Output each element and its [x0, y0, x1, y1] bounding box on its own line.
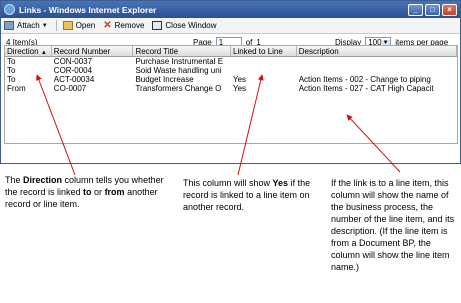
remove-button[interactable]: ✕ Remove [103, 20, 145, 31]
cell-direction: To [7, 66, 16, 75]
maximize-button[interactable]: □ [425, 3, 440, 16]
cell-description [297, 66, 457, 75]
attach-label: Attach [17, 21, 40, 30]
folder-open-icon [62, 21, 73, 30]
cell-record-title: Purchase Instrumental E [135, 57, 224, 66]
table-row[interactable]: From CO-0007 Transformers Change O Yes A… [5, 84, 457, 93]
table-row[interactable]: To CON-0037 Purchase Instrumental E [5, 57, 457, 66]
cell-linked-to-line: Yes [233, 75, 247, 84]
column-header-description[interactable]: Description [297, 46, 457, 56]
chevron-down-icon[interactable]: ▼ [42, 23, 48, 29]
toolbar: Attach ▼ Open ✕ Remove Close Window [1, 18, 460, 34]
cell-direction: From [7, 84, 26, 93]
column-header-linked-to-line[interactable]: Linked to Line [231, 46, 297, 56]
close-window-label: Close Window [165, 21, 217, 30]
cell-record-title: Soid Waste handling uni [135, 66, 222, 75]
remove-label: Remove [114, 21, 145, 30]
linked-to-line-caption: This column will show Yes if the record … [183, 178, 311, 212]
grid-header: Direction ▲ Record Number Record Title L… [5, 46, 457, 57]
table-row[interactable]: To COR-0004 Soid Waste handling uni [5, 66, 457, 75]
ie-logo-icon [4, 4, 15, 15]
window-title: Links - Windows Internet Explorer [19, 4, 157, 15]
direction-caption: The Direction column tells you whether t… [5, 175, 164, 209]
attach-icon [4, 21, 14, 30]
cell-record-title: Transformers Change O [135, 84, 222, 93]
cell-direction: To [7, 57, 16, 66]
description-caption: If the link is to a line item, this colu… [331, 178, 455, 272]
attach-button[interactable]: Attach ▼ [4, 21, 48, 30]
cell-description: Action Items - 002 - Change to piping [298, 75, 431, 84]
cell-direction: To [7, 75, 16, 84]
close-window-x-button[interactable]: × [442, 3, 457, 16]
toolbar-separator [55, 20, 57, 31]
cell-linked-to-line [231, 57, 297, 66]
remove-x-icon: ✕ [103, 20, 112, 31]
open-label: Open [75, 21, 96, 30]
cell-description [297, 57, 457, 66]
minimize-button[interactable]: _ [408, 3, 423, 16]
sort-ascending-icon: ▲ [40, 50, 47, 56]
table-row[interactable]: To ACT-00034 Budget Increase Yes Action … [5, 75, 457, 84]
column-header-direction[interactable]: Direction ▲ [5, 46, 52, 56]
browser-window: Links - Windows Internet Explorer _ □ × … [0, 0, 461, 164]
close-window-icon [152, 21, 163, 30]
cell-record-number: CO-0007 [53, 84, 87, 93]
column-header-record-title[interactable]: Record Title [133, 46, 231, 56]
cell-record-number: CON-0037 [53, 57, 93, 66]
cell-description: Action Items - 027 - CAT High Capacit [298, 84, 434, 93]
cell-record-title: Budget Increase [135, 75, 194, 84]
cell-record-number: ACT-00034 [53, 75, 95, 84]
column-header-record-number[interactable]: Record Number [52, 46, 134, 56]
cell-linked-to-line [231, 66, 297, 75]
close-window-button[interactable]: Close Window [152, 21, 217, 30]
title-bar: Links - Windows Internet Explorer _ □ × [1, 1, 460, 18]
cell-record-number: COR-0004 [53, 66, 93, 75]
open-button[interactable]: Open [62, 21, 96, 30]
cell-linked-to-line: Yes [233, 84, 247, 93]
links-grid: Direction ▲ Record Number Record Title L… [4, 45, 458, 144]
